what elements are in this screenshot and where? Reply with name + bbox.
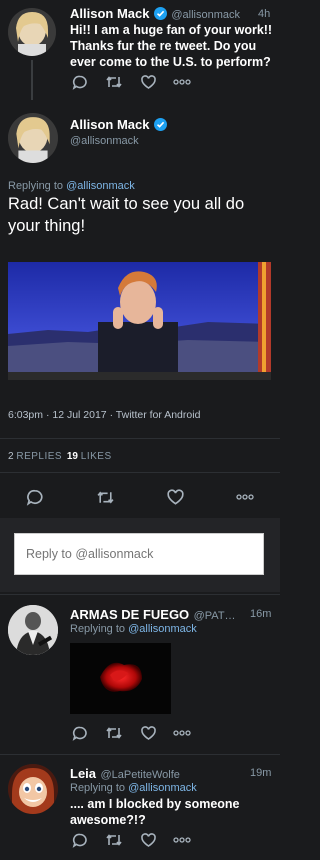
author-handle[interactable]: @allisonmack (70, 135, 139, 147)
replies-count[interactable]: 2 (8, 451, 14, 462)
tweet-actions (70, 72, 192, 92)
divider (0, 754, 280, 755)
replying-label: Replying to (70, 782, 126, 794)
tweet-text: .... am I blocked by someone awesome?!? (70, 797, 240, 827)
divider (0, 438, 280, 439)
reply-input[interactable] (14, 533, 264, 575)
tweet-time[interactable]: 19m (250, 767, 271, 779)
author-handle[interactable]: @allisonmack (171, 9, 240, 21)
reply-icon[interactable] (70, 723, 90, 743)
author-name[interactable]: ARMAS DE FUEGO (70, 607, 189, 622)
replying-to: Replying to @allisonmack (70, 623, 197, 635)
verified-icon (153, 118, 167, 136)
avatar[interactable] (8, 8, 56, 56)
replying-label: Replying to (8, 180, 64, 192)
retweet-icon[interactable] (104, 723, 124, 743)
tweet-time[interactable]: 4h (258, 8, 270, 20)
tweet-stats: 2 REPLIES 19 LIKES (8, 451, 112, 462)
replying-to-link[interactable]: @allisonmack (128, 623, 197, 635)
avatar[interactable] (8, 605, 58, 655)
avatar[interactable] (8, 764, 58, 814)
thread-line (31, 60, 33, 100)
heart-icon[interactable] (165, 487, 185, 507)
retweet-icon[interactable] (95, 487, 115, 507)
replying-label: Replying to (70, 623, 126, 635)
heart-icon[interactable] (138, 830, 158, 850)
tweet-actions (70, 830, 192, 850)
tweet-media[interactable] (8, 262, 271, 380)
replying-to-link[interactable]: @allisonmack (66, 180, 135, 192)
replies-label[interactable]: REPLIES (16, 451, 62, 462)
replying-to-link[interactable]: @allisonmack (128, 782, 197, 794)
author-name[interactable]: Allison Mack (70, 6, 149, 21)
author-handle[interactable]: @PAT… (194, 610, 236, 622)
heart-icon[interactable] (138, 723, 158, 743)
main-tweet-actions (0, 487, 280, 507)
retweet-icon[interactable] (104, 830, 124, 850)
tweet-timestamp: 6:03pm · 12 Jul 2017 · Twitter for Andro… (8, 409, 201, 421)
replying-to: Replying to @allisonmack (8, 180, 135, 192)
reply-icon[interactable] (25, 487, 45, 507)
divider (0, 594, 280, 595)
avatar[interactable] (8, 113, 58, 163)
retweet-icon[interactable] (104, 72, 124, 92)
heart-icon[interactable] (138, 72, 158, 92)
tweet-actions (70, 723, 192, 743)
reply-icon[interactable] (70, 830, 90, 850)
more-icon[interactable] (172, 72, 192, 92)
author-handle[interactable]: @LaPetiteWolfe (100, 769, 179, 781)
replying-to: Replying to @allisonmack (70, 782, 197, 794)
author-name[interactable]: Allison Mack (70, 117, 149, 132)
more-icon[interactable] (172, 723, 192, 743)
tweet-media[interactable] (70, 643, 171, 714)
divider (0, 472, 280, 473)
reply-icon[interactable] (70, 72, 90, 92)
more-icon[interactable] (235, 487, 255, 507)
likes-label[interactable]: LIKES (81, 451, 112, 462)
tweet-time[interactable]: 16m (250, 608, 271, 620)
more-icon[interactable] (172, 830, 192, 850)
tweet-text: Hi!! I am a huge fan of your work!! Than… (70, 23, 273, 69)
likes-count[interactable]: 19 (67, 451, 78, 462)
main-tweet-text: Rad! Can't wait to see you all do your t… (8, 195, 245, 235)
author-name[interactable]: Leia (70, 766, 96, 781)
